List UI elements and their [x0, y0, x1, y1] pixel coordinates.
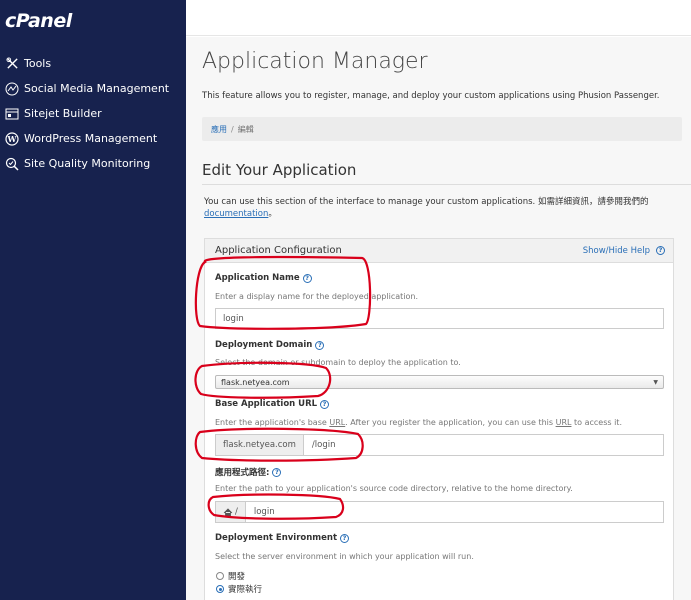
env-option-development[interactable]: 開發: [216, 570, 245, 582]
section-description-text: You can use this section of the interfac…: [204, 197, 649, 207]
sitejet-icon: [4, 106, 20, 122]
breadcrumb-separator: /: [231, 124, 234, 134]
panel-title: Application Configuration: [215, 245, 342, 256]
show-hide-help-toggle[interactable]: Show/Hide Help ?: [583, 246, 665, 256]
home-icon: [223, 507, 233, 517]
deployment-domain-help: Select the domain or subdomain to deploy…: [215, 358, 461, 367]
sidebar: cPanel Tools Social Media Management Sit…: [0, 0, 186, 600]
help-icon: ?: [656, 246, 665, 255]
radio-button[interactable]: [216, 572, 224, 580]
tools-icon: [4, 56, 20, 72]
sidebar-item-label: Tools: [24, 57, 52, 70]
base-url-input-group: flask.netyea.com /login: [215, 434, 664, 456]
deployment-env-label-text: Deployment Environment: [215, 533, 338, 543]
deployment-env-help: Select the server environment in which y…: [215, 552, 474, 561]
sidebar-item-site-quality[interactable]: Site Quality Monitoring: [0, 151, 186, 176]
breadcrumb-root-link[interactable]: 應用: [211, 124, 227, 135]
app-path-label: 應用程式路徑: ?: [215, 466, 282, 478]
app-name-help: Enter a display name for the deployed ap…: [215, 292, 418, 301]
env-option-production[interactable]: 實際執行: [216, 583, 262, 595]
sidebar-item-sitejet[interactable]: Sitejet Builder: [0, 101, 186, 126]
section-divider: [202, 184, 691, 185]
social-media-icon: [4, 81, 20, 97]
main-content: Application Manager This feature allows …: [186, 37, 691, 600]
deployment-domain-select[interactable]: flask.netyea.com ▼: [215, 375, 664, 389]
base-url-label: Base Application URL ?: [215, 399, 330, 409]
top-bar: [186, 0, 691, 36]
section-description-suffix: 。: [268, 209, 277, 219]
deployment-env-label: Deployment Environment ?: [215, 533, 350, 543]
sidebar-nav: Tools Social Media Management Sitejet Bu…: [0, 51, 186, 176]
sidebar-item-wordpress[interactable]: W WordPress Management: [0, 126, 186, 151]
section-description: You can use this section of the interfac…: [204, 196, 674, 220]
help-icon[interactable]: ?: [340, 533, 350, 543]
show-hide-help-label: Show/Hide Help: [582, 245, 650, 256]
wordpress-icon: W: [4, 131, 20, 147]
breadcrumb: 應用 / 編輯: [202, 117, 682, 141]
cpanel-logo[interactable]: cPanel: [5, 10, 72, 32]
deployment-domain-label: Deployment Domain ?: [215, 340, 325, 350]
page-description: This feature allows you to register, man…: [202, 91, 660, 101]
sidebar-item-label: Site Quality Monitoring: [24, 157, 151, 170]
app-name-input[interactable]: login: [215, 308, 664, 329]
env-option-label: 實際執行: [228, 585, 263, 595]
page-title: Application Manager: [202, 49, 428, 74]
app-path-help: Enter the path to your application's sou…: [215, 484, 573, 493]
sidebar-item-label: WordPress Management: [24, 132, 158, 145]
app-path-home-addon: /: [216, 502, 246, 522]
help-icon[interactable]: ?: [320, 399, 330, 409]
app-path-label-text: 應用程式路徑:: [215, 468, 270, 478]
app-path-input[interactable]: login: [246, 502, 275, 522]
sidebar-item-tools[interactable]: Tools: [0, 51, 186, 76]
app-path-prefix: /: [235, 507, 238, 517]
help-icon[interactable]: ?: [272, 467, 282, 477]
radio-button-selected[interactable]: [216, 585, 224, 593]
base-url-label-text: Base Application URL: [215, 399, 318, 409]
documentation-link[interactable]: documentation: [204, 209, 268, 219]
application-config-panel: Application Configuration Show/Hide Help…: [204, 238, 674, 600]
deployment-domain-value: flask.netyea.com: [221, 377, 290, 387]
section-title: Edit Your Application: [202, 161, 357, 179]
site-quality-icon: [4, 156, 20, 172]
base-url-domain-addon: flask.netyea.com: [216, 435, 304, 455]
base-url-input[interactable]: /login: [304, 435, 336, 455]
sidebar-item-label: Social Media Management: [24, 82, 170, 95]
panel-header: Application Configuration Show/Hide Help…: [205, 239, 673, 263]
base-url-help: Enter the application's base URL. After …: [215, 418, 622, 427]
sidebar-item-label: Sitejet Builder: [24, 107, 102, 120]
app-path-input-group: / login: [215, 501, 664, 523]
help-icon[interactable]: ?: [315, 340, 325, 350]
chevron-down-icon: ▼: [653, 378, 658, 386]
deployment-domain-label-text: Deployment Domain: [215, 340, 313, 350]
breadcrumb-current: 編輯: [237, 124, 254, 134]
app-name-label: Application Name ?: [215, 273, 312, 283]
app-name-label-text: Application Name: [215, 273, 300, 283]
env-option-label: 開發: [228, 572, 246, 582]
sidebar-item-social-media[interactable]: Social Media Management: [0, 76, 186, 101]
svg-text:W: W: [7, 134, 18, 144]
help-icon[interactable]: ?: [302, 273, 312, 283]
